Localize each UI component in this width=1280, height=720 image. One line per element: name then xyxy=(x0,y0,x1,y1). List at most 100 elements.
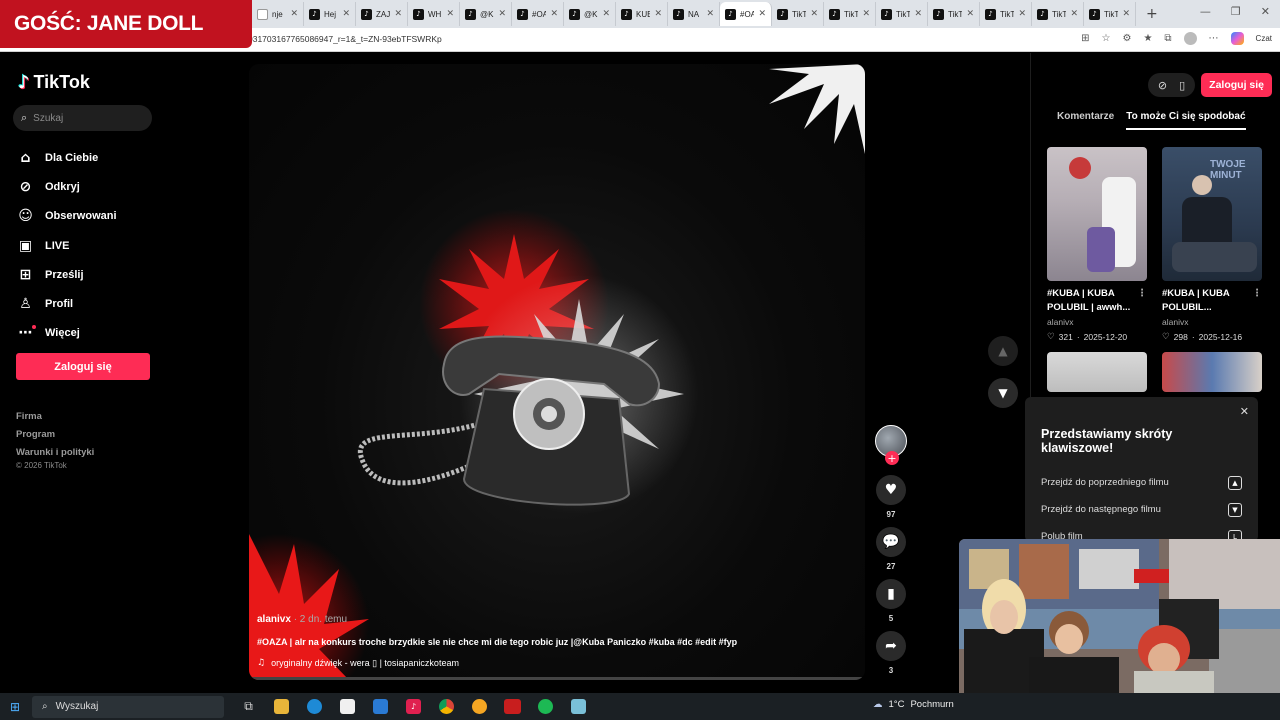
compass-icon[interactable]: ⊘ xyxy=(1158,79,1167,92)
copilot-icon[interactable] xyxy=(1230,32,1244,45)
profile-avatar-icon[interactable] xyxy=(1183,32,1197,45)
taskbar-search[interactable]: ⌕ Wyszukaj xyxy=(32,695,224,718)
firefox-icon[interactable] xyxy=(463,693,496,720)
close-icon[interactable]: ✕ xyxy=(602,9,610,19)
close-icon[interactable]: ✕ xyxy=(862,9,870,19)
browser-tab[interactable]: ♪ @K ✕ xyxy=(460,2,512,26)
close-icon[interactable]: ✕ xyxy=(1122,9,1130,19)
tiktok-logo[interactable]: ♪ TikTok xyxy=(18,72,90,93)
phone-icon[interactable]: ▯ xyxy=(1179,79,1185,92)
login-button-top[interactable]: Zaloguj się xyxy=(1201,73,1272,97)
login-button-sidebar[interactable]: Zaloguj się xyxy=(16,353,150,380)
footer-link-terms[interactable]: Warunki i polityki xyxy=(16,444,94,462)
taskbar-weather[interactable]: ☁ 1°C Pochmurn xyxy=(873,699,954,710)
close-icon[interactable]: ✕ xyxy=(966,9,974,19)
browser-tab[interactable]: ♪ KUE ✕ xyxy=(616,2,668,26)
close-icon[interactable]: ✕ xyxy=(758,9,766,19)
close-icon[interactable]: ✕ xyxy=(342,9,350,19)
sidebar-item-przeslij[interactable]: ⊞ Prześlij xyxy=(17,260,117,289)
windows-start-icon[interactable]: ⊞ xyxy=(0,700,30,714)
sidebar-item-obserwowani[interactable]: ☺ Obserwowani xyxy=(17,202,116,231)
favorites-icon[interactable]: ★ xyxy=(1143,33,1152,44)
tiktok-app-icon[interactable]: ♪ xyxy=(397,693,430,720)
streaming-app-icon[interactable] xyxy=(496,693,529,720)
close-icon[interactable]: ✕ xyxy=(550,9,558,19)
next-video-button[interactable]: ▼ xyxy=(988,378,1018,408)
czat-label[interactable]: Czat xyxy=(1256,34,1272,43)
close-icon[interactable]: ✕ xyxy=(810,9,818,19)
chrome-icon[interactable] xyxy=(430,693,463,720)
card-thumbnail-next[interactable] xyxy=(1162,352,1262,392)
browser-tab[interactable]: ♪ TikT ✕ xyxy=(772,2,824,26)
card-thumbnail[interactable]: TWOJE MINUT xyxy=(1162,147,1262,281)
close-icon[interactable]: ✕ xyxy=(914,9,922,19)
save-button[interactable]: ▮ xyxy=(876,579,906,609)
close-icon[interactable]: ✕ xyxy=(394,9,402,19)
maximize-icon[interactable]: ❐ xyxy=(1231,5,1241,18)
edge-icon[interactable] xyxy=(298,693,331,720)
more-menu-icon[interactable]: ⋯ xyxy=(1209,33,1219,44)
footer-link-program[interactable]: Program xyxy=(16,426,94,444)
sidebar-item-dla-ciebie[interactable]: ⌂ Dla Ciebie xyxy=(17,143,117,172)
author-name[interactable]: alanivx xyxy=(257,614,291,625)
browser-tab[interactable]: ♪ TikT ✕ xyxy=(876,2,928,26)
video-sound[interactable]: ♫ oryginalny dźwięk - wera ▯ | tosiapanic… xyxy=(257,658,459,669)
like-button[interactable]: ♥ xyxy=(876,475,906,505)
close-icon[interactable]: ✕ xyxy=(706,9,714,19)
close-icon[interactable]: ✕ xyxy=(446,9,454,19)
close-icon[interactable]: ✕ xyxy=(654,9,662,19)
browser-tab[interactable]: ♪ TikT ✕ xyxy=(980,2,1032,26)
tab-recommended[interactable]: To może Ci się spodobać xyxy=(1126,111,1246,130)
more-vertical-icon[interactable]: ⋮ xyxy=(1252,287,1262,315)
close-icon[interactable]: ✕ xyxy=(290,9,298,19)
browser-tab[interactable]: ♪ TikT ✕ xyxy=(824,2,876,26)
more-vertical-icon[interactable]: ⋮ xyxy=(1137,287,1147,315)
sidebar-item-wiecej[interactable]: ⋯ Więcej xyxy=(17,319,117,348)
video-player[interactable]: alanivx · 2 dn. temu #OAZA | alr na konk… xyxy=(249,64,865,680)
close-window-icon[interactable]: ✕ xyxy=(1261,5,1270,18)
footer-link-firma[interactable]: Firma xyxy=(16,408,94,426)
close-icon[interactable]: ✕ xyxy=(1070,9,1078,19)
browser-tab[interactable]: nje ✕ xyxy=(252,2,304,26)
mail-icon[interactable] xyxy=(364,693,397,720)
follow-plus-icon[interactable]: + xyxy=(885,451,899,465)
search-input[interactable]: ⌕ Szukaj xyxy=(13,105,152,131)
close-icon[interactable]: ✕ xyxy=(1018,9,1026,19)
favorite-star-icon[interactable]: ☆ xyxy=(1102,33,1111,44)
sidebar-item-profil[interactable]: ♙ Profil xyxy=(17,289,117,318)
task-view-icon[interactable]: ⧉ xyxy=(232,693,265,720)
browser-tab[interactable]: ♪ ZAJ ✕ xyxy=(356,2,408,26)
tab-comments[interactable]: Komentarze xyxy=(1057,111,1114,130)
app-icon[interactable] xyxy=(562,693,595,720)
recommended-card[interactable]: #KUBA | KUBA POLUBIL | awwh... ⋮ alanivx … xyxy=(1047,147,1147,392)
sidebar-item-odkryj[interactable]: ⊘ Odkryj xyxy=(17,172,117,201)
recommended-card[interactable]: TWOJE MINUT #KUBA | KUBA POLUBIL... ⋮ ala… xyxy=(1162,147,1262,392)
card-thumbnail-next[interactable] xyxy=(1047,352,1147,392)
browser-tab[interactable]: ♪ WH ✕ xyxy=(408,2,460,26)
new-tab-plus-icon[interactable]: + xyxy=(1146,6,1158,22)
card-thumbnail[interactable] xyxy=(1047,147,1147,281)
extensions-icon[interactable]: ⚙ xyxy=(1122,33,1131,44)
close-icon[interactable]: ✕ xyxy=(1240,405,1249,418)
card-user[interactable]: alanivx xyxy=(1162,317,1262,327)
author-avatar[interactable]: + xyxy=(875,425,907,465)
collections-icon[interactable]: ⧉ xyxy=(1164,33,1171,44)
previous-video-button[interactable]: ▲ xyxy=(988,336,1018,366)
minimize-icon[interactable]: — xyxy=(1200,5,1211,18)
video-author[interactable]: alanivx · 2 dn. temu xyxy=(257,614,347,625)
browser-tab[interactable]: ♪ Hej ✕ xyxy=(304,2,356,26)
app-available-icon[interactable]: ⊞ xyxy=(1081,33,1089,44)
spotify-icon[interactable] xyxy=(529,693,562,720)
browser-tab[interactable]: ♪ @K ✕ xyxy=(564,2,616,26)
sidebar-item-live[interactable]: ▣ LIVE xyxy=(17,231,117,260)
url-text[interactable]: 031703167765086947_r=1&_t=ZN-93ebTFSWRKp xyxy=(248,34,442,44)
browser-tab[interactable]: ♪ TikT ✕ xyxy=(1084,2,1136,26)
browser-tab[interactable]: ♪ NA ✕ xyxy=(668,2,720,26)
video-caption[interactable]: #OAZA | alr na konkurs troche brzydkie s… xyxy=(257,637,737,647)
share-button[interactable]: ➦ xyxy=(876,631,906,661)
store-icon[interactable] xyxy=(331,693,364,720)
browser-tab[interactable]: ♪ TikT ✕ xyxy=(1032,2,1084,26)
video-progress-bar[interactable] xyxy=(249,677,865,680)
browser-tab[interactable]: ♪ #OA ✕ xyxy=(512,2,564,26)
file-explorer-icon[interactable] xyxy=(265,693,298,720)
